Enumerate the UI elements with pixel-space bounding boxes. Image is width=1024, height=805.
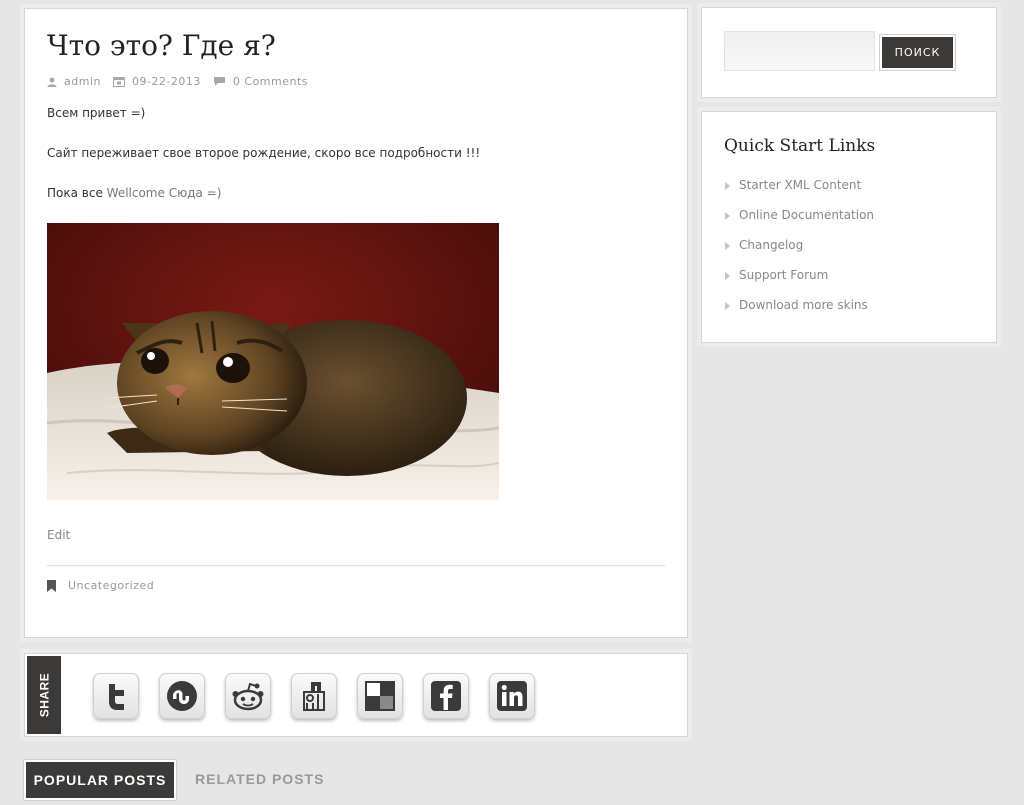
quick-links-panel: Quick Start Links Starter XML Content On… (701, 111, 997, 343)
quick-link[interactable]: Starter XML Content (739, 178, 861, 192)
tab-popular-posts[interactable]: POPULAR POSTS (24, 760, 176, 800)
share-label-text: SHARE (37, 672, 52, 718)
delicious-icon (365, 681, 395, 711)
quick-link[interactable]: Support Forum (739, 268, 828, 282)
triangle-right-icon (725, 182, 730, 190)
post-paragraph: Сайт переживает свое второе рождение, ск… (47, 146, 481, 160)
search-panel: ПОИСК (701, 7, 997, 98)
search-input[interactable] (724, 31, 875, 71)
list-item: Changelog (724, 238, 874, 268)
triangle-right-icon (725, 242, 730, 250)
share-panel: SHARE (24, 653, 688, 737)
digg-icon (303, 682, 325, 711)
bookmark-icon (47, 579, 56, 592)
list-item: Online Documentation (724, 208, 874, 238)
list-item: Starter XML Content (724, 178, 874, 208)
stumbleupon-button[interactable] (159, 673, 205, 719)
quick-link[interactable]: Download more skins (739, 298, 868, 312)
stumbleupon-icon (167, 681, 197, 711)
reddit-icon (232, 682, 264, 711)
post-divider (47, 565, 665, 567)
post-image (47, 223, 499, 500)
quick-link[interactable]: Online Documentation (739, 208, 874, 222)
post-date: 09-22-2013 (131, 75, 201, 88)
post-title[interactable]: Что это? Где я? (47, 29, 276, 62)
tab-related-posts[interactable]: RELATED POSTS (195, 771, 324, 787)
twitter-icon (109, 684, 124, 710)
user-icon (47, 77, 57, 87)
triangle-right-icon (725, 302, 730, 310)
post-paragraph-prefix: Пока все (47, 186, 107, 200)
post-meta: admin 09-22-2013 0 Comments (47, 75, 320, 88)
meta-author[interactable]: admin (47, 75, 101, 88)
edit-link[interactable]: Edit (47, 528, 70, 542)
post-inline-link[interactable]: Wellcome Сюда =) (107, 186, 222, 200)
quick-links-list: Starter XML Content Online Documentation… (724, 178, 874, 328)
calendar-icon (112, 77, 125, 87)
post-category: Uncategorized (47, 579, 154, 592)
linkedin-button[interactable] (489, 673, 535, 719)
twitter-button[interactable] (93, 673, 139, 719)
triangle-right-icon (725, 212, 730, 220)
facebook-button[interactable] (423, 673, 469, 719)
list-item: Support Forum (724, 268, 874, 298)
meta-comments[interactable]: 0 Comments (213, 75, 308, 88)
linkedin-icon (497, 681, 527, 711)
category-link[interactable]: Uncategorized (68, 579, 154, 592)
post-panel: Что это? Где я? admin 09-22-2013 0 Comme… (24, 8, 688, 638)
digg-button[interactable] (291, 673, 337, 719)
list-item: Download more skins (724, 298, 874, 328)
meta-date: 09-22-2013 (112, 75, 201, 88)
search-button[interactable]: ПОИСК (880, 35, 955, 70)
post-comments: 0 Comments (232, 75, 309, 88)
comment-icon (213, 77, 225, 86)
quick-link[interactable]: Changelog (739, 238, 803, 252)
post-paragraph: Всем привет =) (47, 106, 146, 120)
reddit-button[interactable] (225, 673, 271, 719)
post-paragraph: Пока все Wellcome Сюда =) (47, 186, 221, 200)
share-label: SHARE (27, 656, 61, 734)
post-author: admin (64, 75, 101, 88)
triangle-right-icon (725, 272, 730, 280)
delicious-button[interactable] (357, 673, 403, 719)
facebook-icon (431, 681, 461, 711)
quick-links-title: Quick Start Links (724, 136, 876, 156)
